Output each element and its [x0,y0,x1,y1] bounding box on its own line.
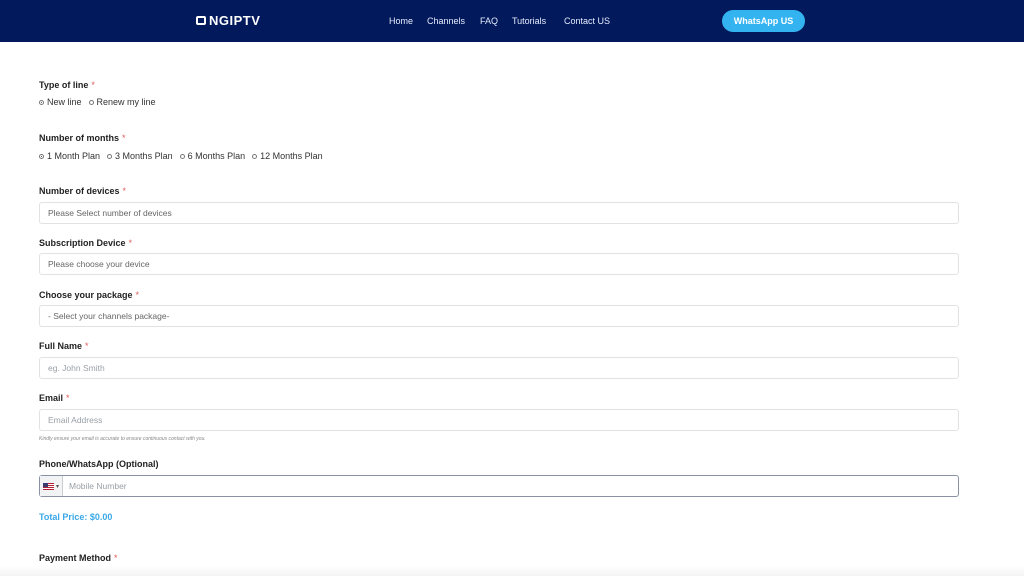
whatsapp-button[interactable]: WhatsApp US [722,10,805,32]
nav-contact[interactable]: Contact US [564,16,610,26]
radio-icon[interactable] [107,153,113,159]
radio-checked-icon[interactable] [39,153,44,159]
required-mark: * [122,186,127,196]
phone-input[interactable]: ▾ Mobile Number [39,475,959,497]
radio-label: 3 Months Plan [115,151,173,161]
radio-checked-icon[interactable] [39,99,44,105]
radio-renew-line[interactable]: Renew my line [88,97,156,107]
required-mark: * [66,393,70,403]
nav-home[interactable]: Home [389,16,413,26]
radio-label: Renew my line [96,97,156,107]
email-text: Email [39,393,64,403]
radio-label: 1 Month Plan [47,151,101,161]
full-name-label: Full Name * [39,341,89,351]
payment-method-text: Payment Method [39,553,112,563]
package-label: Choose your package * [39,290,139,300]
radio-label: 6 Months Plan [187,151,246,161]
nav-tutorials[interactable]: Tutorials [512,16,546,26]
type-of-line-text: Type of line [39,80,89,90]
required-mark: * [85,341,89,351]
phone-label: Phone/WhatsApp (Optional) [39,459,159,469]
radio-1-month[interactable]: 1 Month Plan [39,151,100,161]
type-of-line-options: New line Renew my line [39,97,163,107]
phone-placeholder: Mobile Number [69,481,127,491]
nav-channels[interactable]: Channels [427,16,465,26]
chevron-down-icon: ▾ [55,483,59,490]
devices-select[interactable]: Please Select number of devices [39,202,959,224]
radio-new-line[interactable]: New line [39,97,82,107]
months-label: Number of months * [39,133,126,143]
devices-label: Number of devices * [39,186,126,196]
full-name-input[interactable]: eg. John Smith [39,357,959,379]
payment-method-label: Payment Method * [39,553,118,563]
us-flag-icon [42,482,54,490]
email-input[interactable]: Email Address [39,409,959,431]
radio-3-months[interactable]: 3 Months Plan [107,151,173,161]
email-label: Email * [39,393,70,403]
radio-icon[interactable] [179,153,185,159]
radio-12-months[interactable]: 12 Months Plan [252,151,323,161]
package-select[interactable]: - Select your channels package- [39,305,959,327]
radio-label: 12 Months Plan [260,151,323,161]
email-hint: Kindly ensure your email is accurate to … [39,436,206,442]
devices-text: Number of devices [39,186,120,196]
total-price: Total Price: $0.00 [39,512,113,522]
subscription-device-text: Subscription Device [39,238,126,248]
tv-icon [196,16,206,25]
full-name-text: Full Name [39,341,83,351]
required-mark: * [128,238,133,248]
required-mark: * [122,133,126,143]
nav-faq[interactable]: FAQ [480,16,498,26]
months-options: 1 Month Plan 3 Months Plan 6 Months Plan… [39,151,330,161]
subscription-device-select[interactable]: Please choose your device [39,253,959,275]
logo-text: NGIPTV [209,13,261,28]
package-text: Choose your package [39,290,133,300]
radio-label: New line [47,97,82,107]
months-text: Number of months [39,133,119,143]
phone-text: Phone/WhatsApp (Optional) [39,459,159,469]
radio-icon[interactable] [252,153,258,159]
bottom-fade [0,566,1024,576]
required-mark: * [91,80,95,90]
required-mark: * [114,553,118,563]
site-logo[interactable]: NGIPTV [196,13,260,28]
radio-icon[interactable] [88,99,94,105]
required-mark: * [135,290,140,300]
top-navbar: NGIPTV Home Channels FAQ Tutorials Conta… [0,0,1024,42]
country-selector[interactable]: ▾ [40,476,63,496]
radio-6-months[interactable]: 6 Months Plan [179,151,246,161]
subscription-device-label: Subscription Device * [39,238,132,248]
type-of-line-label: Type of line * [39,80,95,90]
